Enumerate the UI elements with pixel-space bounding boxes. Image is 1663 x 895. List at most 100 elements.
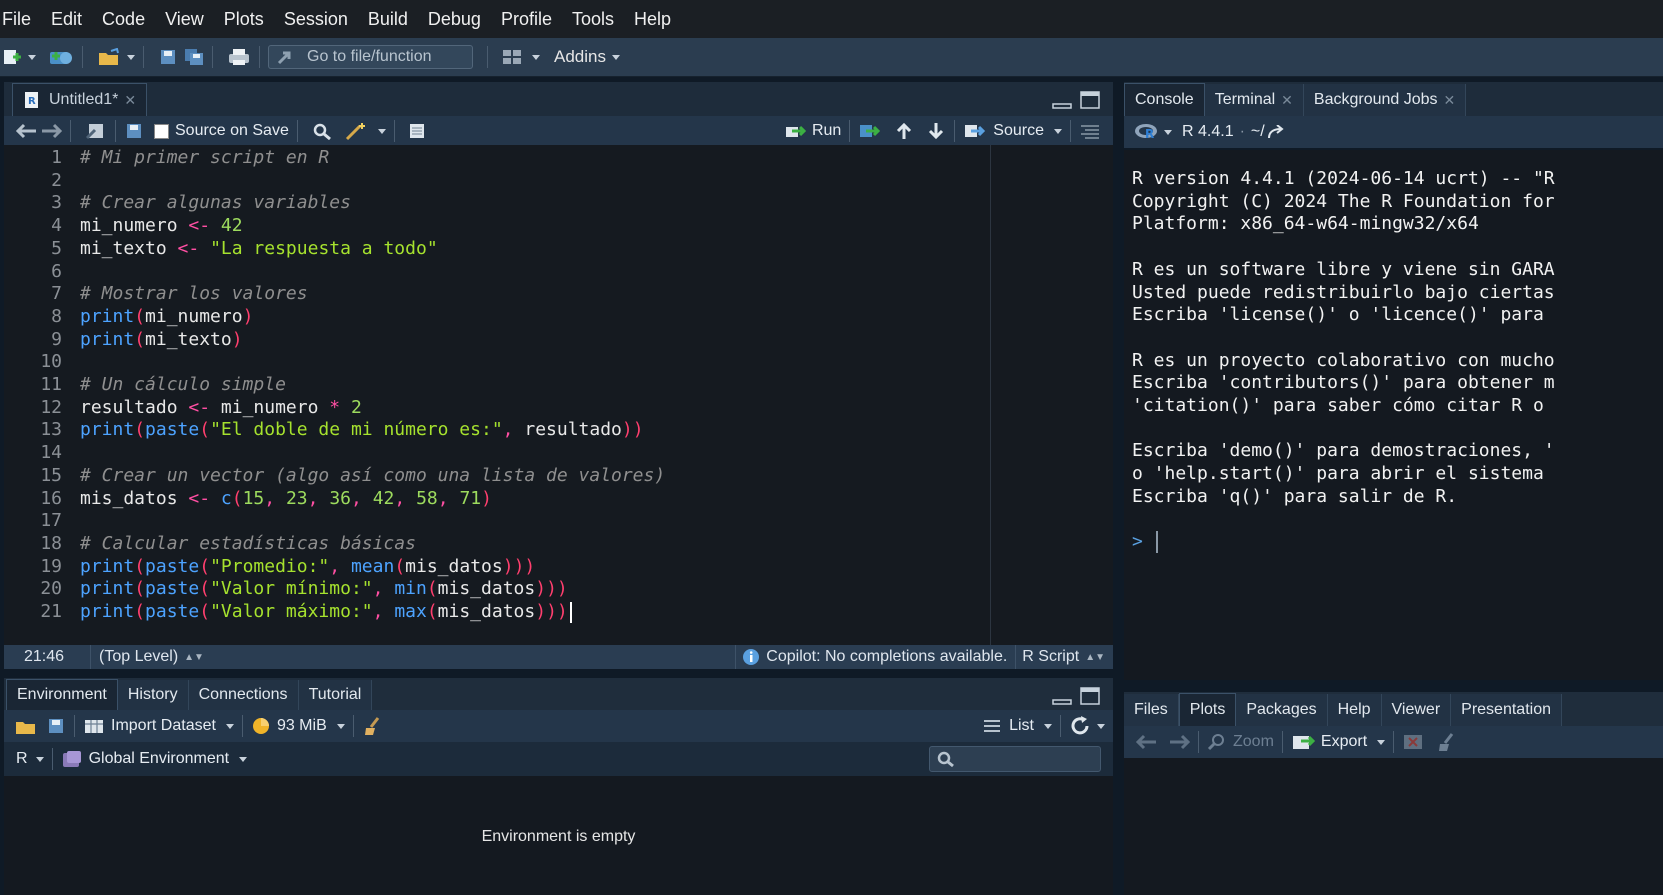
tab-viewer[interactable]: Viewer	[1381, 694, 1452, 726]
back-arrow-icon[interactable]	[16, 123, 38, 139]
code-line[interactable]: print(paste("Promedio:", mean(mis_datos)…	[80, 556, 535, 577]
scope-updown-icon[interactable]: ▲▼	[184, 652, 204, 663]
tab-presentation[interactable]: Presentation	[1451, 694, 1562, 726]
close-terminal-icon[interactable]: ✕	[1281, 92, 1293, 109]
menu-build[interactable]: Build	[368, 9, 408, 30]
rerun-icon[interactable]	[858, 122, 882, 140]
tab-terminal[interactable]: Terminal ✕	[1204, 84, 1304, 116]
env-search-input[interactable]	[929, 746, 1101, 772]
menu-help[interactable]: Help	[634, 9, 671, 30]
tab-plots[interactable]: Plots	[1178, 693, 1237, 726]
goto-file-function-input[interactable]: Go to file/function	[268, 45, 473, 69]
import-dataset-button[interactable]: Import Dataset	[111, 717, 216, 735]
source-icon[interactable]	[963, 122, 987, 140]
tab-connections[interactable]: Connections	[188, 680, 299, 710]
show-in-window-icon[interactable]	[85, 122, 107, 140]
close-background-jobs-icon[interactable]: ✕	[1444, 92, 1456, 109]
refresh-dropdown-icon[interactable]	[1097, 723, 1105, 729]
source-button[interactable]: Source	[993, 122, 1044, 140]
maximize-pane-icon[interactable]	[1079, 90, 1101, 110]
global-env-dropdown-icon[interactable]	[239, 756, 248, 762]
zoom-icon[interactable]	[1207, 733, 1227, 751]
go-down-arrow-icon[interactable]	[926, 122, 946, 140]
plots-back-icon[interactable]	[1136, 734, 1158, 750]
code-line[interactable]: print(paste("El doble de mi número es:",…	[80, 419, 644, 440]
print-icon[interactable]	[227, 48, 251, 66]
minimize-pane-icon[interactable]	[1051, 92, 1073, 110]
plots-forward-icon[interactable]	[1168, 734, 1190, 750]
code-line[interactable]: # Un cálculo simple	[80, 374, 286, 395]
code-line[interactable]: print(paste("Valor máximo:", max(mis_dat…	[80, 601, 568, 622]
file-type-selector[interactable]: R Script	[1022, 648, 1079, 666]
tab-environment[interactable]: Environment	[6, 679, 118, 710]
view-mode-list[interactable]: List	[1009, 717, 1034, 735]
save-all-icon[interactable]	[184, 48, 204, 66]
close-tab-icon[interactable]: ✕	[124, 92, 136, 109]
document-outline-icon[interactable]	[1079, 123, 1101, 139]
new-project-icon[interactable]	[48, 48, 74, 66]
new-file-dropdown-icon[interactable]	[28, 54, 36, 60]
menu-debug[interactable]: Debug	[428, 9, 481, 30]
tab-untitled1[interactable]: R Untitled1* ✕	[12, 83, 148, 116]
code-line[interactable]: # Crear un vector (algo así como una lis…	[80, 465, 665, 486]
scope-selector[interactable]: (Top Level)	[99, 648, 178, 666]
code-line[interactable]: # Crear algunas variables	[80, 192, 351, 213]
remove-plot-icon[interactable]	[1402, 733, 1424, 751]
menu-plots[interactable]: Plots	[224, 9, 264, 30]
run-icon[interactable]	[784, 123, 806, 139]
export-dropdown-icon[interactable]	[1377, 739, 1386, 745]
code-area[interactable]: # Mi primer script en R # Crear algunas v…	[80, 145, 1100, 645]
code-tools-dropdown-icon[interactable]	[377, 128, 386, 134]
tab-history[interactable]: History	[117, 680, 189, 710]
addins-menu[interactable]: Addins	[554, 47, 606, 67]
console-output[interactable]: R version 4.4.1 (2024-06-14 ucrt) -- "R C…	[1124, 150, 1663, 680]
code-line[interactable]: # Mi primer script en R	[80, 147, 329, 168]
code-line[interactable]: # Calcular estadísticas básicas	[80, 533, 416, 554]
tab-help[interactable]: Help	[1327, 694, 1382, 726]
find-icon[interactable]	[312, 122, 334, 140]
go-up-arrow-icon[interactable]	[894, 122, 914, 140]
zoom-button[interactable]: Zoom	[1233, 733, 1274, 751]
menu-code[interactable]: Code	[102, 9, 145, 30]
r-version-dropdown-icon[interactable]	[1164, 129, 1172, 135]
code-line[interactable]: mi_numero <- 42	[80, 215, 243, 236]
menu-session[interactable]: Session	[284, 9, 348, 30]
open-folder-icon[interactable]	[97, 48, 121, 66]
global-environment-selector[interactable]: Global Environment	[89, 750, 230, 768]
code-line[interactable]: resultado <- mi_numero * 2	[80, 397, 362, 418]
memory-usage[interactable]: 93 MiB	[277, 717, 327, 735]
source-on-save-checkbox[interactable]	[154, 123, 169, 139]
refresh-icon[interactable]	[1069, 715, 1091, 737]
code-line[interactable]: print(mi_numero)	[80, 306, 253, 327]
menu-tools[interactable]: Tools	[572, 9, 614, 30]
workspace-panes-icon[interactable]	[502, 48, 522, 66]
new-file-icon[interactable]	[2, 48, 22, 66]
code-tools-wand-icon[interactable]	[344, 121, 372, 141]
source-dropdown-icon[interactable]	[1054, 128, 1062, 134]
language-selector[interactable]: R	[16, 750, 28, 768]
compile-report-icon[interactable]	[407, 122, 427, 140]
import-dataset-icon[interactable]	[83, 717, 105, 735]
menu-profile[interactable]: Profile	[501, 9, 552, 30]
panes-dropdown-icon[interactable]	[532, 54, 540, 60]
filetype-updown-icon[interactable]: ▲▼	[1085, 652, 1105, 663]
addins-dropdown-icon[interactable]	[611, 54, 620, 60]
export-button[interactable]: Export	[1321, 733, 1367, 751]
tab-packages[interactable]: Packages	[1236, 694, 1328, 726]
env-maximize-icon[interactable]	[1079, 686, 1101, 706]
console-prompt[interactable]: >	[1132, 531, 1143, 552]
forward-arrow-icon[interactable]	[40, 123, 62, 139]
code-line[interactable]: mi_texto <- "La respuesta a todo"	[80, 238, 438, 259]
tab-background-jobs[interactable]: Background Jobs ✕	[1303, 84, 1467, 116]
tab-tutorial[interactable]: Tutorial	[298, 680, 373, 710]
save-workspace-icon[interactable]	[46, 717, 66, 735]
env-minimize-icon[interactable]	[1051, 688, 1073, 706]
code-line[interactable]: print(paste("Valor mínimo:", min(mis_dat…	[80, 578, 568, 599]
code-line[interactable]: mis_datos <- c(15, 23, 36, 42, 58, 71)	[80, 488, 492, 509]
save-icon[interactable]	[158, 48, 178, 66]
run-button[interactable]: Run	[812, 122, 841, 140]
export-icon[interactable]	[1291, 733, 1315, 751]
load-workspace-icon[interactable]	[14, 717, 38, 735]
view-mode-dropdown-icon[interactable]	[1044, 723, 1052, 729]
import-dataset-dropdown-icon[interactable]	[225, 723, 234, 729]
